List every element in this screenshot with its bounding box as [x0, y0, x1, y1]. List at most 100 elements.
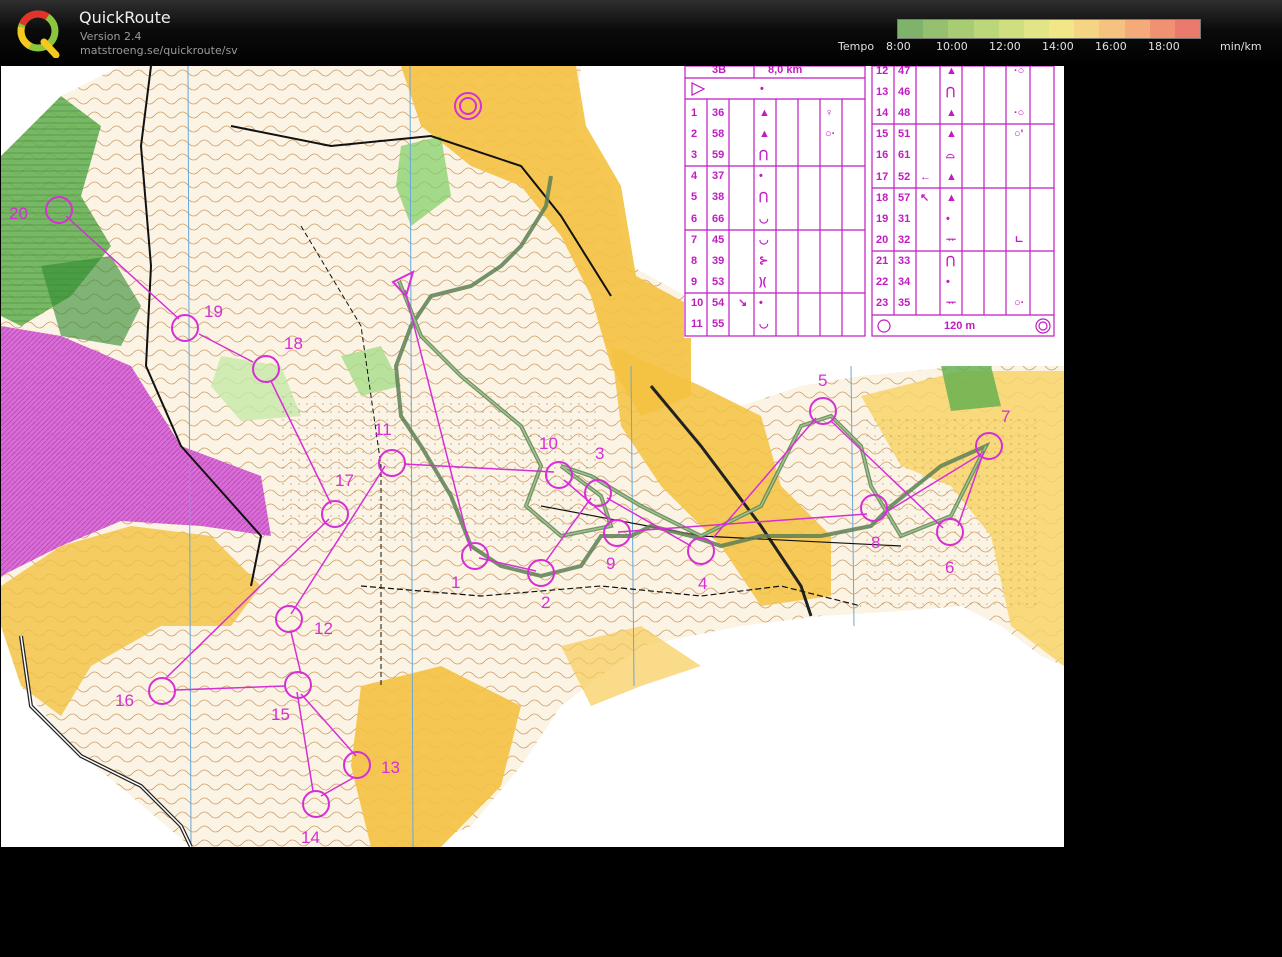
description-control-code: 38 — [712, 191, 725, 204]
control-number: 16 — [115, 691, 134, 710]
description-control-code: 51 — [898, 128, 911, 141]
control-number: 3 — [595, 444, 605, 463]
description-feature: ⋂ — [759, 149, 769, 162]
app-version: Version 2.4 — [80, 30, 142, 43]
description-direction: ← — [920, 170, 931, 183]
description-feature: )( — [759, 275, 767, 288]
description-control-number: 4 — [691, 170, 698, 183]
description-control-code: 52 — [898, 170, 911, 183]
control-number: 10 — [539, 434, 558, 453]
description-control-number: 21 — [876, 254, 889, 267]
tempo-swatch — [998, 20, 1024, 38]
control-number: 14 — [301, 828, 320, 847]
description-feature: ⋂ — [946, 254, 956, 267]
tempo-unit: min/km — [1220, 40, 1262, 53]
description-control-number: 14 — [876, 107, 889, 120]
description-control-code: 45 — [712, 233, 725, 246]
app-url[interactable]: matstroeng.se/quickroute/sv — [80, 44, 238, 57]
description-control-number: 2 — [691, 128, 698, 141]
description-control-number: 9 — [691, 275, 698, 288]
title-bar: QuickRoute Version 2.4 matstroeng.se/qui… — [0, 0, 1282, 66]
description-feature: • — [946, 276, 950, 288]
control-number: 18 — [284, 334, 303, 353]
tempo-swatch — [1124, 20, 1150, 38]
description-control-number: 11 — [691, 318, 703, 330]
map-canvas[interactable]: 1 2 3 4 5 6 7 8 9 10 11 12 13 14 15 16 1… — [1, 66, 1064, 847]
course-length: 8,0 km — [768, 66, 803, 76]
description-location: ○· — [1014, 297, 1025, 310]
description-location: ○· — [825, 128, 836, 141]
tempo-tick: 18:00 — [1148, 40, 1180, 53]
description-feature: ▲ — [946, 107, 957, 120]
description-control-code: 37 — [712, 170, 725, 183]
tempo-tick: 10:00 — [936, 40, 968, 53]
control-number: 5 — [818, 371, 828, 390]
description-control-number: 7 — [691, 233, 698, 246]
tempo-color-scale — [897, 19, 1201, 39]
description-control-code: 66 — [712, 212, 725, 225]
finish-symbol-icon — [877, 319, 891, 333]
quickroute-logo-icon — [17, 10, 60, 58]
description-feature: ▲ — [946, 170, 957, 183]
control-number: 1 — [451, 573, 461, 592]
tempo-swatch — [923, 20, 949, 38]
description-control-number: 22 — [876, 276, 889, 288]
tempo-swatch — [948, 20, 974, 38]
description-feature: ⋂ — [946, 86, 956, 99]
description-control-code: 39 — [712, 254, 725, 267]
description-feature: ▲ — [759, 128, 770, 141]
control-number: 13 — [381, 758, 400, 777]
description-control-code: 53 — [712, 275, 725, 288]
description-feature: ▲ — [759, 107, 770, 119]
course-class: 3B — [712, 66, 727, 76]
description-control-number: 20 — [876, 233, 889, 246]
tempo-tick: 16:00 — [1095, 40, 1127, 53]
description-control-code: 46 — [898, 86, 911, 99]
finish-distance: 120 m — [944, 320, 976, 332]
control-description-sheet: 3B 8,0 km • 120 m 1 36 ▲ ♀ 2 58 ▲ ○· 3 59 ⋂ 4 37 • 5 38… — [684, 66, 1056, 338]
control-number: 19 — [204, 302, 223, 321]
description-control-code: 59 — [712, 149, 725, 162]
description-control-number: 10 — [691, 296, 704, 309]
description-control-code: 57 — [898, 191, 911, 204]
description-feature: ⌓ — [946, 149, 955, 162]
description-feature: ᅲ — [946, 297, 957, 310]
description-feature: • — [759, 296, 763, 309]
description-feature: • — [759, 170, 763, 183]
description-control-number: 12 — [876, 66, 889, 77]
description-control-number: 13 — [876, 86, 889, 99]
tempo-swatch — [1023, 20, 1050, 38]
description-control-number: 18 — [876, 191, 889, 204]
control-number: 11 — [374, 420, 392, 439]
tempo-swatch — [973, 20, 999, 38]
description-direction: ↖ — [920, 191, 930, 204]
tempo-swatch — [1049, 20, 1075, 38]
description-control-number: 16 — [876, 149, 889, 162]
description-control-number: 17 — [876, 170, 889, 183]
description-location: ○' — [1014, 128, 1024, 141]
description-control-code: 55 — [712, 318, 725, 330]
description-feature: ▲ — [946, 66, 957, 77]
description-location: ㄴ — [1014, 233, 1025, 246]
description-location: ·○ — [1014, 66, 1025, 77]
description-direction: ↘ — [738, 296, 748, 309]
description-feature: ⊱ — [759, 254, 769, 267]
control-number: 9 — [606, 554, 616, 573]
control-number: 20 — [9, 204, 28, 223]
start-triangle-icon — [691, 82, 706, 96]
description-location: ·○ — [1014, 107, 1025, 120]
description-control-code: 31 — [898, 212, 911, 225]
description-control-code: 61 — [898, 149, 911, 162]
app-title: QuickRoute — [79, 8, 171, 27]
description-feature: ▲ — [946, 128, 957, 141]
description-feature: • — [946, 212, 950, 225]
control-number: 7 — [1001, 407, 1011, 426]
description-control-code: 35 — [898, 297, 911, 310]
tempo-swatch — [1099, 20, 1125, 38]
description-control-number: 8 — [691, 254, 698, 267]
description-control-code: 34 — [898, 276, 911, 288]
description-control-code: 48 — [898, 107, 911, 120]
control-number: 2 — [541, 593, 551, 612]
start-dot-icon: • — [760, 83, 764, 95]
tempo-swatch — [1149, 20, 1175, 38]
